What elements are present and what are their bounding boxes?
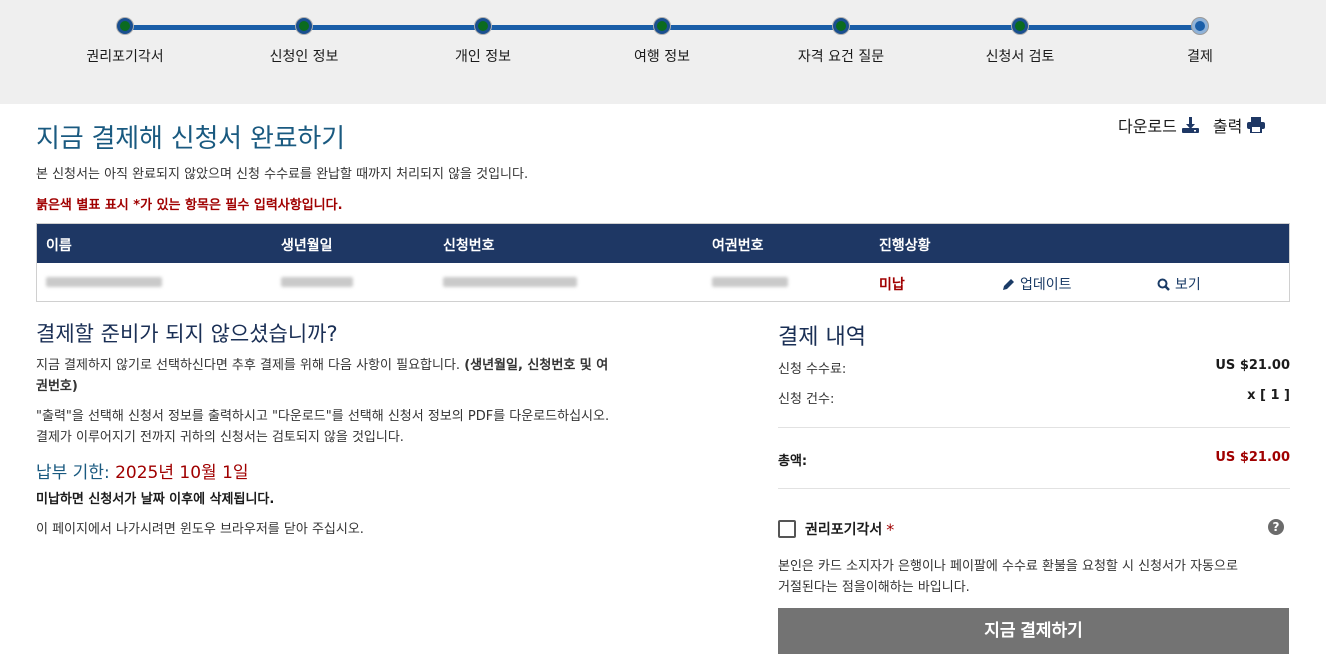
- waiver-text-line2: 거절된다는 점을이해하는 바입니다.: [778, 580, 970, 595]
- total-row: 총액: US $21.00: [778, 450, 1290, 469]
- deadline-label: 납부 기한:: [36, 463, 116, 483]
- update-link[interactable]: 업데이트: [1003, 274, 1072, 294]
- cell-status: 미납: [879, 277, 905, 293]
- table-header: 이름 생년월일 신청번호 여권번호 진행상황: [37, 224, 1289, 263]
- count-value: x [ 1 ]: [1247, 388, 1290, 403]
- table-row: 미납 업데이트 보기: [37, 263, 1289, 301]
- header-application-number: 신청번호: [443, 238, 495, 254]
- p2-line1: "출력"을 선택해 신청서 정보를 출력하시고 "다운로드"를 선택해 신청서 …: [36, 409, 610, 424]
- help-icon[interactable]: ?: [1268, 519, 1284, 535]
- count-row: 신청 건수: x [ 1 ]: [778, 388, 1290, 407]
- step-waiver[interactable]: 권리포기각서: [35, 17, 215, 66]
- summary-divider: [778, 488, 1290, 489]
- required-star: *: [886, 519, 895, 539]
- waiver-checkbox-row: 권리포기각서 * ?: [778, 519, 1290, 539]
- print-link[interactable]: 출력: [1212, 113, 1266, 137]
- summary-divider: [778, 427, 1290, 428]
- step-label: 신청서 검토: [985, 49, 1055, 65]
- print-icon: [1247, 117, 1266, 133]
- cell-application-number-redacted: [443, 274, 577, 291]
- summary-title: 결제 내역: [778, 325, 866, 350]
- step-dot: [1192, 18, 1208, 34]
- print-label: 출력: [1212, 117, 1243, 136]
- total-label: 총액:: [778, 454, 808, 469]
- step-eligibility[interactable]: 자격 요건 질문: [751, 17, 931, 66]
- waiver-text: 본인은 카드 소지자가 은행이나 페이팔에 수수료 환불을 요청할 시 신청서가…: [778, 556, 1290, 598]
- step-label: 자격 요건 질문: [797, 49, 885, 65]
- view-label: 보기: [1175, 277, 1201, 293]
- download-link[interactable]: 다운로드: [1118, 113, 1199, 137]
- intro-text: 본 신청서는 아직 완료되지 않았으며 신청 수수료를 완납할 때까지 처리되지…: [36, 167, 529, 182]
- step-dot: [117, 18, 133, 34]
- fee-label: 신청 수수료:: [778, 362, 847, 377]
- pay-now-button[interactable]: 지금 결제하기: [778, 608, 1289, 654]
- step-dot: [833, 18, 849, 34]
- p1-bold: (생년월일, 신청번호 및 여: [464, 358, 609, 373]
- search-icon: [1157, 278, 1170, 291]
- step-label: 권리포기각서: [86, 49, 164, 65]
- fee-row: 신청 수수료: US $21.00: [778, 358, 1290, 377]
- p1-text: 지금 결제하지 않기로 선택하신다면 추후 결제를 위해 다음 사항이 필요합니…: [36, 358, 465, 373]
- header-passport-number: 여권번호: [712, 238, 764, 254]
- waiver-checkbox[interactable]: [778, 520, 796, 538]
- page-title: 지금 결제해 신청서 완료하기: [36, 124, 345, 154]
- step-personal-info[interactable]: 개인 정보: [393, 17, 573, 66]
- close-window-note: 이 페이지에서 나가시려면 윈도우 브라우저를 닫아 주십시오.: [36, 522, 364, 537]
- step-label: 개인 정보: [455, 49, 511, 65]
- total-value: US $21.00: [1215, 450, 1290, 465]
- not-ready-title: 결제할 준비가 되지 않으셨습니까?: [36, 322, 338, 346]
- application-table: 이름 생년월일 신청번호 여권번호 진행상황 미납 업데이트 보기: [36, 223, 1290, 302]
- update-label: 업데이트: [1020, 277, 1072, 293]
- payment-deadline: 납부 기한: 2025년 10월 1일: [36, 458, 249, 483]
- step-travel-info[interactable]: 여행 정보: [572, 17, 752, 66]
- waiver-label[interactable]: 권리포기각서: [805, 519, 882, 539]
- step-applicant-info[interactable]: 신청인 정보: [214, 17, 394, 66]
- cell-passport-number-redacted: [712, 274, 788, 291]
- download-icon: [1181, 117, 1199, 133]
- header-dob: 생년월일: [281, 238, 333, 254]
- not-ready-paragraph-2: "출력"을 선택해 신청서 정보를 출력하시고 "다운로드"를 선택해 신청서 …: [36, 406, 656, 448]
- step-review[interactable]: 신청서 검토: [930, 17, 1110, 66]
- waiver-text-line1: 본인은 카드 소지자가 은행이나 페이팔에 수수료 환불을 요청할 시 신청서가…: [778, 559, 1238, 574]
- step-payment: 결제: [1110, 17, 1290, 66]
- step-label: 결제: [1187, 49, 1213, 65]
- delete-note: 미납하면 신청서가 날짜 이후에 삭제됩니다.: [36, 492, 275, 507]
- header-status: 진행상황: [879, 238, 931, 254]
- step-dot: [296, 18, 312, 34]
- page-actions: 다운로드 출력: [1118, 113, 1266, 137]
- deadline-date: 2025년 10월 1일: [115, 463, 249, 483]
- fee-value: US $21.00: [1215, 358, 1290, 373]
- not-ready-paragraph-1: 지금 결제하지 않기로 선택하신다면 추후 결제를 위해 다음 사항이 필요합니…: [36, 355, 656, 397]
- p2-line2: 결제가 이루어지기 전까지 귀하의 신청서는 검토되지 않을 것입니다.: [36, 430, 404, 445]
- view-link[interactable]: 보기: [1157, 274, 1201, 294]
- cell-dob-redacted: [281, 274, 353, 291]
- pencil-icon: [1003, 279, 1014, 290]
- step-label: 신청인 정보: [269, 49, 339, 65]
- progress-header: 권리포기각서 신청인 정보 개인 정보 여행 정보 자격 요건 질문 신청서 검…: [0, 0, 1326, 104]
- step-label: 여행 정보: [634, 49, 690, 65]
- count-label: 신청 건수:: [778, 392, 835, 407]
- download-label: 다운로드: [1118, 117, 1177, 136]
- p1-bold-cont: 권번호): [36, 379, 78, 394]
- step-dot: [1012, 18, 1028, 34]
- step-dot: [654, 18, 670, 34]
- required-note: 붉은색 별표 표시 *가 있는 항목은 필수 입력사항입니다.: [36, 198, 343, 213]
- header-name: 이름: [46, 238, 72, 254]
- step-dot: [475, 18, 491, 34]
- cell-name-redacted: [46, 274, 162, 291]
